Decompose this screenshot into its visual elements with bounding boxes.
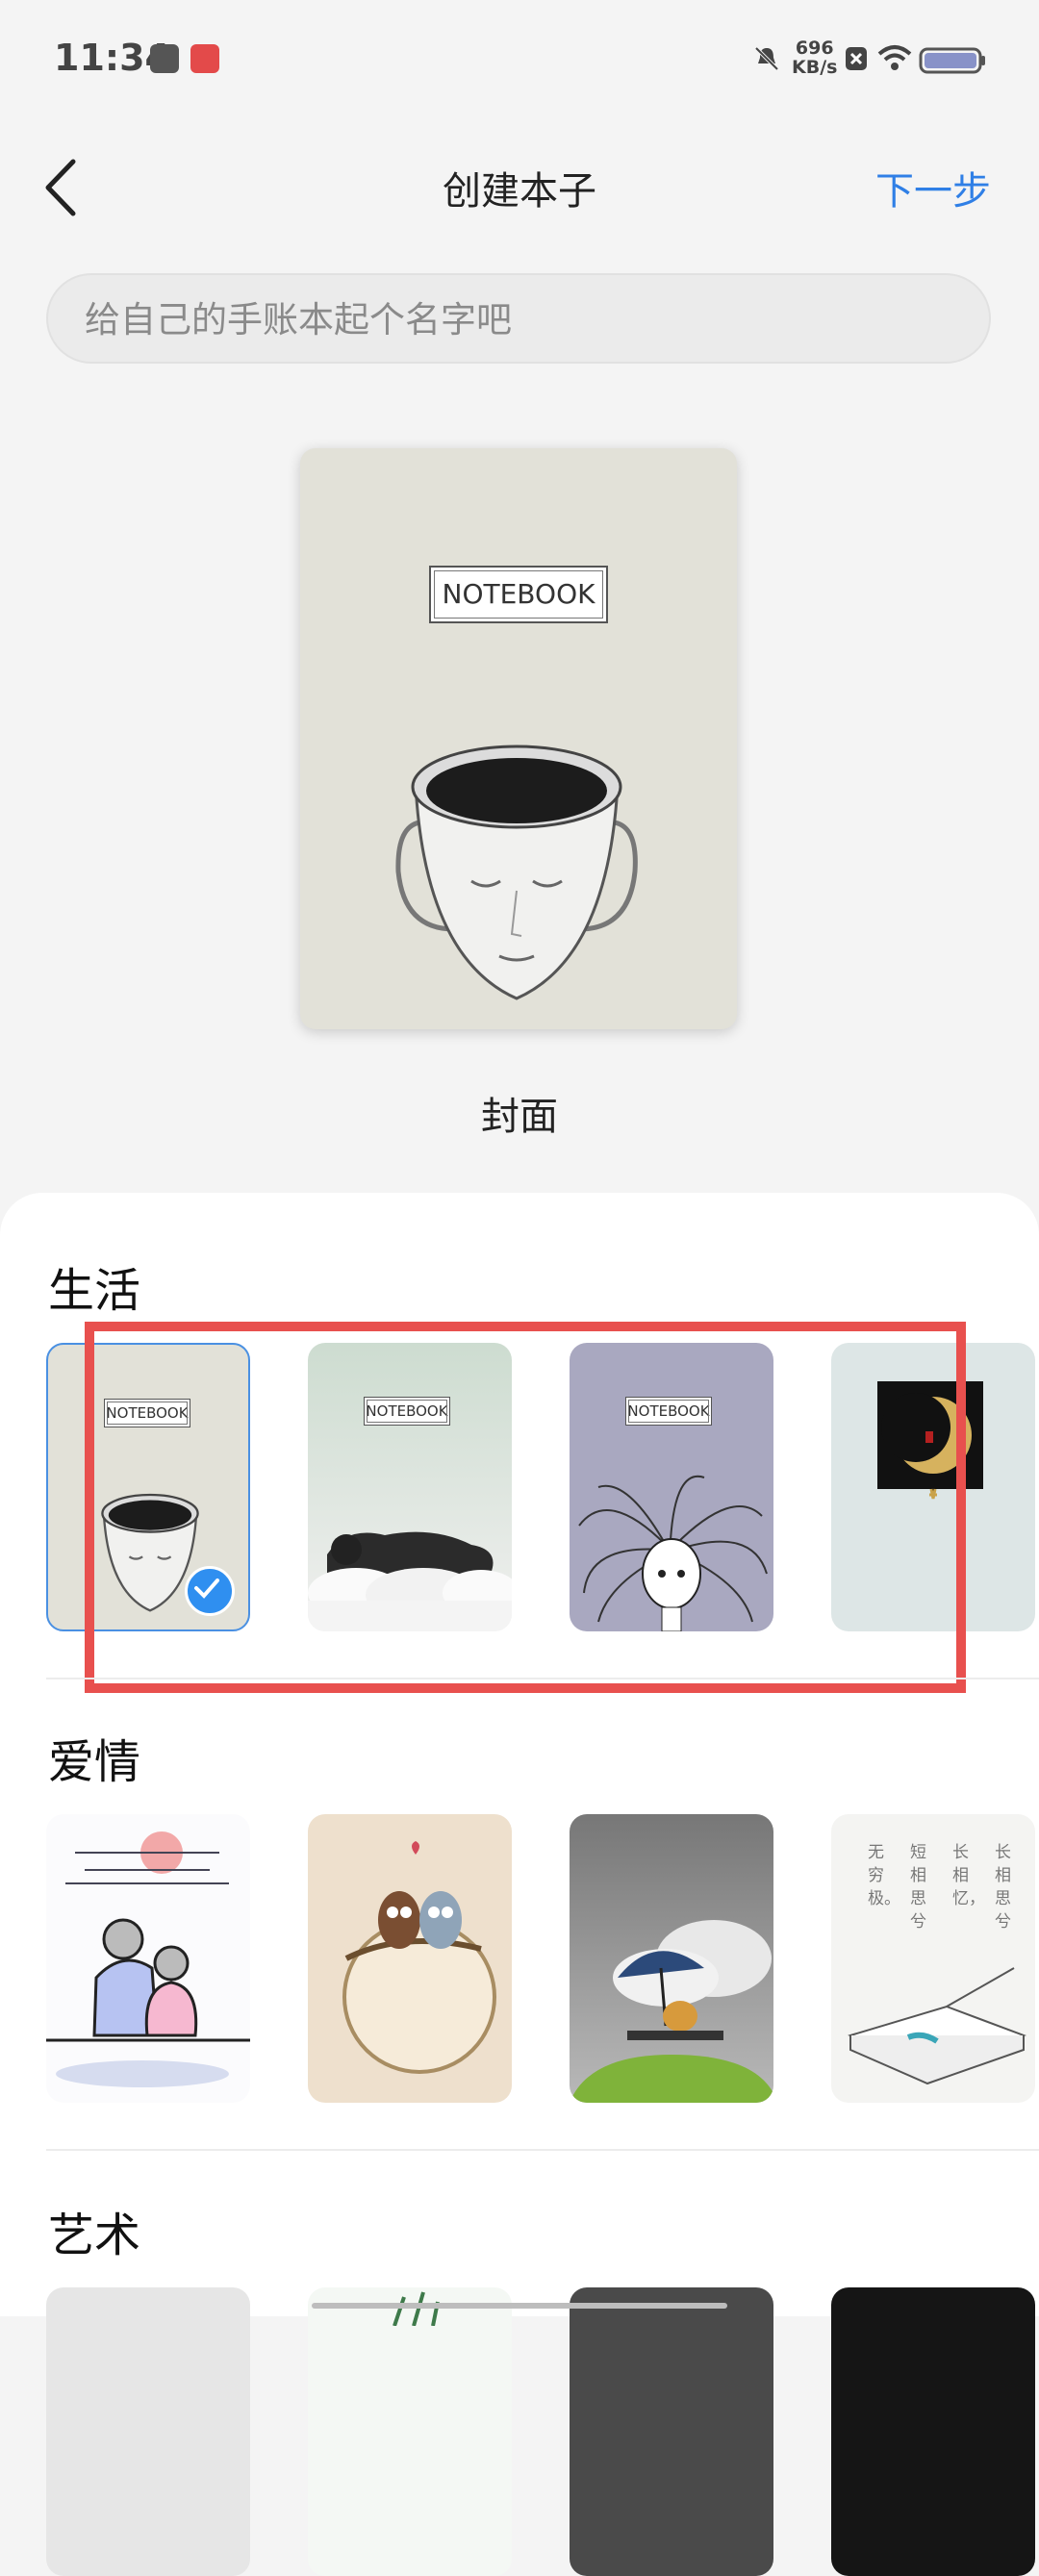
cover-thumb-art-2[interactable] bbox=[308, 2287, 512, 2576]
huawei-app-icon bbox=[190, 44, 219, 73]
calendar-app-icon bbox=[150, 44, 179, 73]
battery-icon bbox=[919, 47, 985, 74]
cover-thumb-art-1[interactable] bbox=[46, 2287, 250, 2576]
umbrella-bench-illustration bbox=[570, 1920, 773, 2103]
couple-sunset-illustration bbox=[46, 1831, 250, 2087]
cover-thumb-love-4[interactable]: 长相思兮 长相忆， 短相思兮 无穷极。 bbox=[831, 1814, 1035, 2103]
category-title-life: 生活 bbox=[48, 1264, 141, 1318]
open-box-illustration bbox=[848, 1967, 1026, 2085]
category-divider bbox=[46, 2149, 1039, 2151]
cover-caption: 封面 bbox=[481, 1095, 558, 1139]
sim-x-icon bbox=[846, 47, 867, 70]
cover-thumb-love-3[interactable] bbox=[570, 1814, 773, 2103]
home-indicator[interactable] bbox=[312, 2303, 727, 2309]
wifi-icon bbox=[877, 45, 912, 70]
notebook-name-field[interactable] bbox=[46, 273, 991, 364]
face-cup-illustration bbox=[395, 745, 638, 1000]
owls-on-globe-illustration bbox=[342, 1841, 496, 2074]
net-speed-unit: KB/s bbox=[792, 57, 838, 78]
cover-label: NOTEBOOK bbox=[429, 566, 608, 623]
next-step-button[interactable]: 下一步 bbox=[875, 160, 991, 215]
poem-col-3: 短相思兮 bbox=[910, 1843, 926, 1932]
highlight-box bbox=[85, 1322, 966, 1693]
cover-preview: NOTEBOOK bbox=[300, 448, 737, 1029]
cover-thumb-love-2[interactable] bbox=[308, 1814, 512, 2103]
status-bar: 11:34 696 KB/s bbox=[0, 0, 1039, 106]
poem-col-4: 无穷极。 bbox=[868, 1843, 900, 1908]
net-speed: 696 KB/s bbox=[792, 38, 837, 77]
cover-thumb-love-1[interactable] bbox=[46, 1814, 250, 2103]
notebook-name-input[interactable] bbox=[83, 275, 952, 364]
poem-col-2: 长相忆， bbox=[952, 1843, 985, 1908]
poem-col-1: 长相思兮 bbox=[995, 1843, 1011, 1932]
category-divider bbox=[46, 1678, 1039, 1679]
mute-bell-icon bbox=[754, 46, 779, 71]
category-title-art: 艺术 bbox=[48, 2209, 141, 2262]
cover-thumb-art-4[interactable] bbox=[831, 2287, 1035, 2576]
cover-thumb-art-3[interactable] bbox=[570, 2287, 773, 2576]
category-title-love: 爱情 bbox=[48, 1735, 141, 1789]
net-speed-value: 696 bbox=[795, 38, 834, 59]
